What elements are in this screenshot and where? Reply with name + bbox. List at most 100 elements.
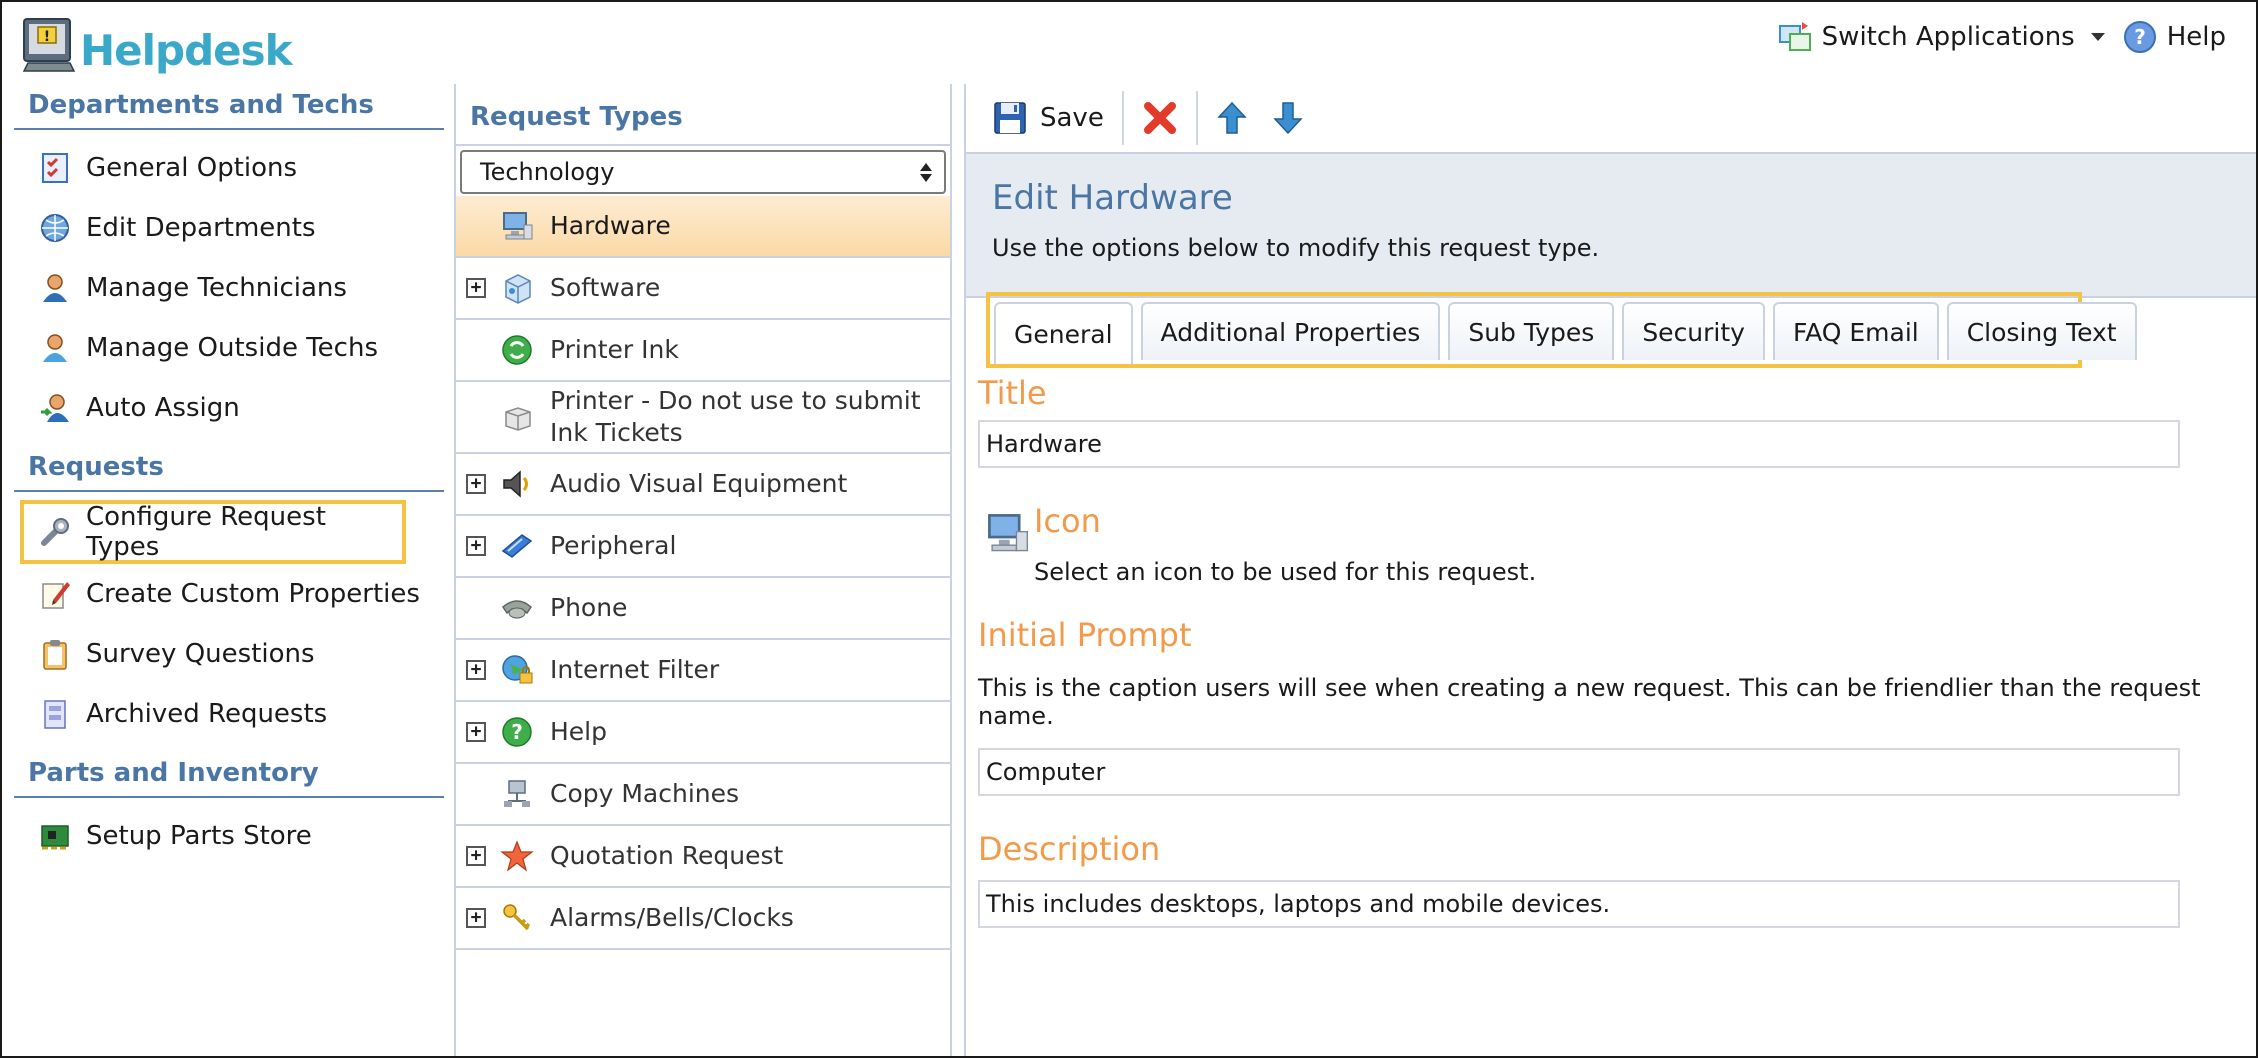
delete-x-icon [1143,102,1176,134]
helpdesk-logo-icon: ! [22,17,76,72]
nav-general-options[interactable]: General Options [14,138,444,198]
request-type-peripheral[interactable]: + Peripheral [456,516,950,578]
top-bar: Switch Applications ? Help [1760,20,2226,54]
request-type-label: Help [550,716,607,746]
computer-icon[interactable] [984,510,1030,556]
request-type-alarms[interactable]: + Alarms/Bells/Clocks [456,888,950,950]
auto-assign-icon [38,391,72,425]
initial-prompt-label: Initial Prompt [978,616,1192,654]
request-type-label: Peripheral [550,530,677,560]
tab-additional-properties[interactable]: Additional Properties [1140,302,1441,360]
request-type-label: Software [550,272,661,302]
help-icon: ? [498,713,536,751]
request-type-list: Hardware + Software Printer Ink Printer … [456,196,950,950]
request-type-label: Hardware [550,210,671,240]
settings-sidebar: Departments and Techs General Options Ed… [14,84,444,866]
switch-applications-label: Switch Applications [1821,22,2075,52]
move-up-button[interactable] [1204,91,1260,145]
nav-label: General Options [86,153,298,183]
nav-label: Configure Request Types [86,502,326,562]
toolbar-divider [1121,91,1124,145]
computer-icon [498,207,536,245]
expand-icon[interactable]: + [466,474,486,494]
request-type-help[interactable]: + ? Help [456,702,950,764]
user-icon [38,271,72,305]
network-icon [498,775,536,813]
request-type-printer-ink[interactable]: Printer Ink [456,320,950,382]
help-link[interactable]: ? Help [2123,20,2226,54]
request-type-hardware[interactable]: Hardware [456,196,950,258]
nav-setup-parts-store[interactable]: Setup Parts Store [14,806,444,866]
app-window: ! Helpdesk Switch Applications ? Help De… [0,0,2258,1058]
section-title-departments: Departments and Techs [14,84,444,130]
tab-general[interactable]: General [994,302,1133,364]
nav-archived-requests[interactable]: Archived Requests [14,684,444,744]
expand-icon[interactable]: + [466,908,486,928]
switch-applications-icon [1778,22,1811,51]
nav-label: Manage Outside Techs [86,333,378,363]
user-outside-icon [38,331,72,365]
request-type-software[interactable]: + Software [456,258,950,320]
request-type-label: Internet Filter [550,654,720,684]
nav-survey-questions[interactable]: Survey Questions [14,624,444,684]
chevron-down-icon [2090,33,2105,41]
nav-create-custom-properties[interactable]: Create Custom Properties [14,564,444,624]
title-label: Title [978,374,1047,412]
initial-prompt-help: This is the caption users will see when … [978,674,2201,730]
nav-label: Setup Parts Store [86,821,312,851]
nav-label: Edit Departments [86,213,316,243]
request-type-audio-visual[interactable]: + Audio Visual Equipment [456,454,950,516]
nav-label: Archived Requests [86,699,328,729]
request-type-phone[interactable]: Phone [456,578,950,640]
star-icon [498,837,536,875]
tab-closing-text[interactable]: Closing Text [1946,302,2137,360]
editor-title: Edit Hardware [992,178,1233,218]
expand-icon[interactable]: + [466,660,486,680]
app-logo[interactable]: ! Helpdesk [22,12,293,75]
expand-icon[interactable]: + [466,536,486,556]
nav-configure-request-types[interactable]: Configure Request Types [20,500,406,564]
switch-applications-menu[interactable]: Switch Applications [1778,20,2105,54]
description-label: Description [978,830,1161,868]
nav-label: Auto Assign [86,393,240,423]
request-type-printer[interactable]: Printer - Do not use to submit Ink Ticke… [456,382,950,454]
delete-button[interactable] [1130,91,1190,145]
app-title: Helpdesk [80,26,293,75]
nav-manage-outside-techs[interactable]: Manage Outside Techs [14,318,444,378]
nav-manage-technicians[interactable]: Manage Technicians [14,258,444,318]
title-input[interactable]: Hardware [978,420,2180,468]
svg-text:!: ! [44,29,50,45]
expand-icon[interactable]: + [466,278,486,298]
nav-label: Create Custom Properties [86,579,420,609]
archive-icon [38,697,72,731]
expand-icon[interactable]: + [466,722,486,742]
editor-description: Use the options below to modify this req… [992,234,1600,262]
checklist-icon [38,151,72,185]
request-type-label: Quotation Request [550,840,784,870]
scanner-icon [498,527,536,565]
request-type-label: Phone [550,592,628,622]
save-icon [994,102,1026,134]
clipboard-icon [38,637,72,671]
general-form: Title Hardware Icon Select an icon to be… [978,374,2256,928]
request-type-label: Copy Machines [550,778,740,808]
request-type-quotation[interactable]: + Quotation Request [456,826,950,888]
nav-auto-assign[interactable]: Auto Assign [14,378,444,438]
wrench-icon [38,515,72,549]
save-button[interactable]: Save [980,91,1116,145]
recycle-icon [498,331,536,369]
expand-icon[interactable]: + [466,846,486,866]
description-input[interactable]: This includes desktops, laptops and mobi… [978,880,2180,928]
section-title-requests: Requests [14,446,444,492]
category-select[interactable]: Technology [460,150,946,194]
request-type-internet-filter[interactable]: + Internet Filter [456,640,950,702]
phone-icon [498,589,536,627]
initial-prompt-input[interactable]: Computer [978,748,2180,796]
tab-security[interactable]: Security [1622,302,1765,360]
request-type-copy-machines[interactable]: Copy Machines [456,764,950,826]
tab-faq-email[interactable]: FAQ Email [1772,302,1939,360]
help-label: Help [2166,22,2226,52]
tab-sub-types[interactable]: Sub Types [1448,302,1615,360]
nav-edit-departments[interactable]: Edit Departments [14,198,444,258]
move-down-button[interactable] [1260,91,1316,145]
